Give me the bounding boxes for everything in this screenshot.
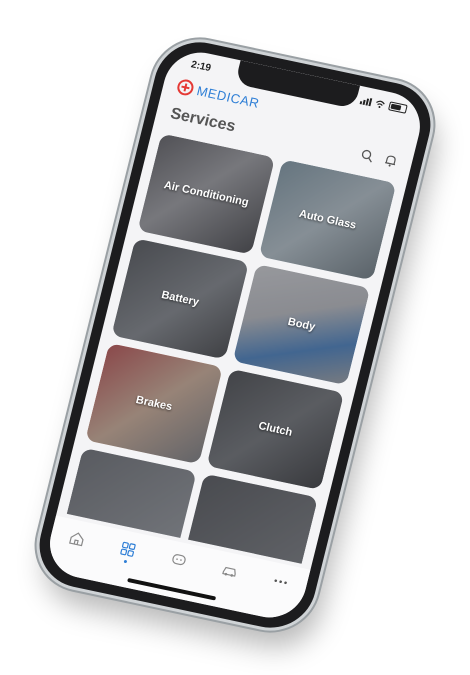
service-card-air-conditioning[interactable]: Air Conditioning — [137, 133, 276, 255]
service-label: Battery — [160, 289, 201, 309]
service-card-auto-glass[interactable]: Auto Glass — [258, 159, 397, 281]
service-card-battery[interactable]: Battery — [111, 238, 249, 360]
service-label: Clutch — [257, 420, 294, 439]
service-label: Body — [286, 315, 317, 334]
active-indicator — [123, 559, 127, 564]
service-card-body[interactable]: Body — [232, 264, 371, 386]
wifi-icon — [376, 100, 385, 108]
stage: 2:19 MEDICAR Services Air Conditioning A… — [0, 0, 470, 675]
header-actions — [359, 147, 400, 168]
service-label: Air Conditioning — [162, 179, 250, 209]
signal-icon — [359, 96, 373, 106]
service-card-brakes[interactable]: Brakes — [85, 343, 223, 465]
status-time: 2:19 — [189, 59, 213, 75]
search-icon[interactable] — [359, 147, 376, 163]
more-icon — [274, 579, 287, 585]
tab-vehicle[interactable] — [208, 559, 251, 583]
service-label: Brakes — [134, 393, 174, 414]
service-label: Auto Glass — [297, 207, 358, 232]
tab-chat[interactable] — [157, 548, 200, 572]
car-icon — [222, 566, 236, 577]
tab-services[interactable] — [105, 537, 149, 567]
tab-more[interactable] — [259, 570, 302, 594]
battery-icon — [387, 101, 408, 114]
tab-home[interactable] — [56, 527, 99, 551]
home-icon — [69, 532, 84, 547]
grid-icon — [120, 541, 136, 557]
page-title: Services — [168, 105, 238, 136]
bell-icon[interactable] — [382, 152, 399, 168]
phone-frame: 2:19 MEDICAR Services Air Conditioning A… — [30, 34, 440, 636]
home-indicator — [127, 577, 217, 601]
services-grid: Air Conditioning Auto Glass Battery Body… — [66, 133, 397, 564]
phone-screen: 2:19 MEDICAR Services Air Conditioning A… — [42, 45, 428, 625]
service-card-clutch[interactable]: Clutch — [206, 368, 345, 490]
status-icons — [359, 95, 408, 114]
chat-icon — [172, 554, 186, 566]
medicar-logo-icon — [175, 77, 196, 97]
